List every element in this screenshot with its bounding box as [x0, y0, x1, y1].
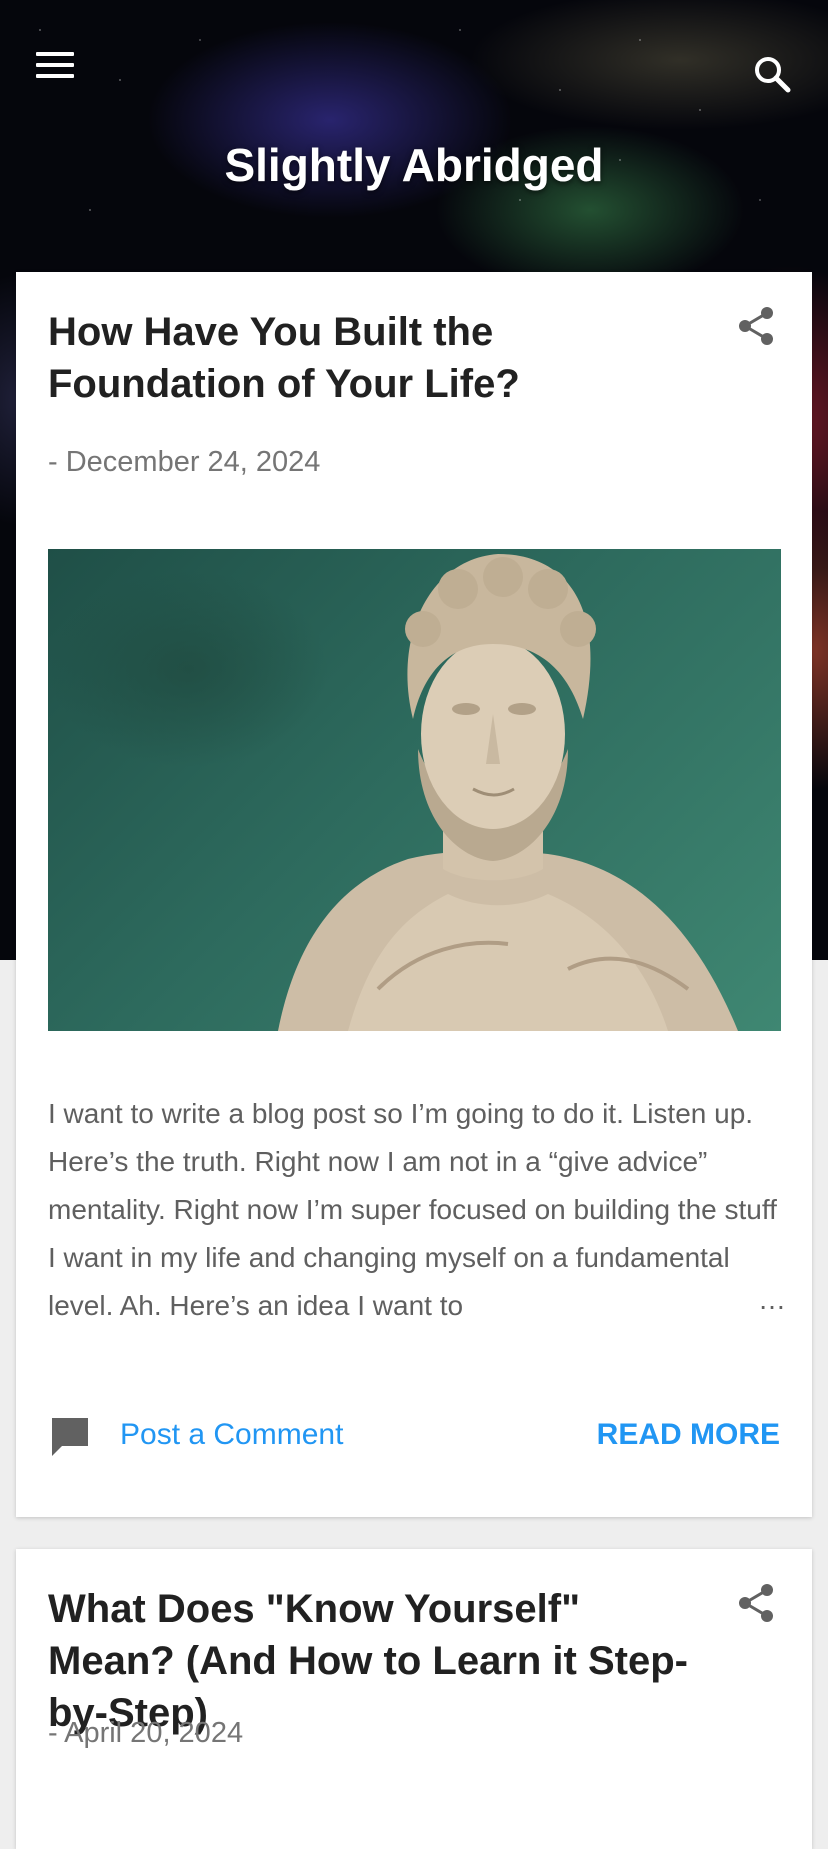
- share-icon[interactable]: [734, 1581, 778, 1625]
- post-title[interactable]: How Have You Built the Foundation of You…: [48, 306, 688, 410]
- read-more-link[interactable]: READ MORE: [597, 1418, 780, 1452]
- post-featured-image[interactable]: [48, 549, 781, 1031]
- post-card: How Have You Built the Foundation of You…: [16, 272, 812, 1517]
- post-card: What Does "Know Yourself" Mean? (And How…: [16, 1549, 812, 1849]
- search-icon[interactable]: [752, 54, 792, 94]
- excerpt-fade: [576, 1282, 776, 1330]
- share-icon[interactable]: [734, 304, 778, 348]
- comment-icon[interactable]: [48, 1414, 92, 1458]
- excerpt-ellipsis: …: [758, 1284, 786, 1315]
- post-comment-link[interactable]: Post a Comment: [120, 1418, 343, 1452]
- post-date[interactable]: - December 24, 2024: [48, 446, 320, 479]
- post-date[interactable]: - April 20, 2024: [48, 1717, 243, 1750]
- post-title[interactable]: What Does "Know Yourself" Mean? (And How…: [48, 1583, 708, 1739]
- hamburger-menu-icon[interactable]: [36, 52, 76, 84]
- blog-title[interactable]: Slightly Abridged: [0, 138, 828, 192]
